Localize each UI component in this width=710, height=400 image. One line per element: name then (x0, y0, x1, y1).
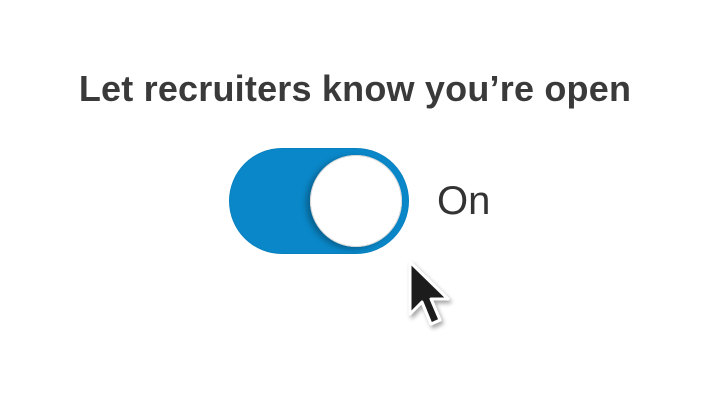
mouse-pointer-icon (408, 260, 450, 326)
page-heading: Let recruiters know you’re open (78, 68, 632, 109)
open-to-work-setting: On (229, 148, 490, 254)
toggle-state-label: On (437, 179, 491, 223)
open-to-recruiters-toggle[interactable] (229, 148, 409, 254)
toggle-knob[interactable] (310, 155, 402, 247)
